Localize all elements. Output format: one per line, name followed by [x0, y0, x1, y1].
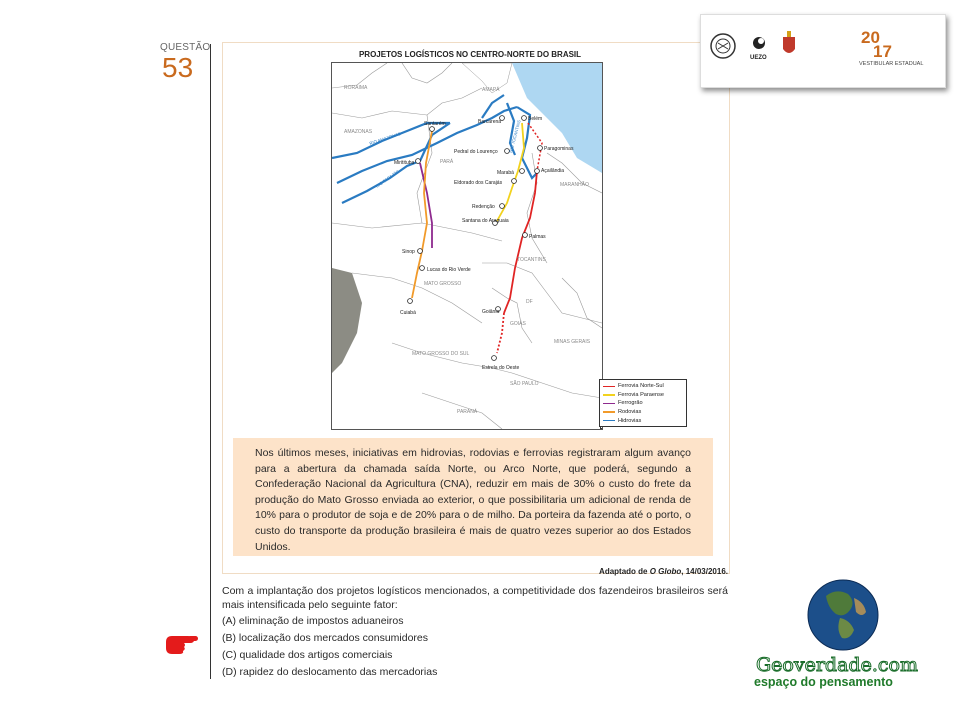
site-tagline: espaço do pensamento	[754, 675, 893, 689]
legend-item: Ferrovia Paraense	[603, 391, 683, 400]
shield-logo-icon	[783, 31, 795, 53]
legend-label: Rodovias	[618, 409, 642, 416]
city-label: Pedral do Lourenço	[454, 149, 498, 155]
state-label: DF	[526, 299, 533, 305]
source-prefix: Adaptado de	[599, 567, 650, 576]
vestibular-label: VESTIBULAR ESTADUAL	[859, 61, 923, 67]
city-label: Santarém	[424, 121, 446, 127]
option-a[interactable]: (A) eliminação de impostos aduaneiros	[222, 615, 404, 627]
city-label: Lucas do Rio Verde	[427, 267, 471, 273]
pointing-hand-icon	[164, 626, 200, 661]
legend-item: Hidrovias	[603, 416, 683, 425]
legend-label: Ferrovia Norte-Sul	[618, 383, 664, 390]
city-label: Santana do Araguaia	[462, 218, 509, 224]
logos-svg: UEZO 20 17 VESTIBULAR ESTADUAL	[710, 28, 923, 67]
option-d[interactable]: (D) rapidez do deslocamento das mercador…	[222, 666, 437, 678]
uezo-logo-icon: UEZO	[750, 37, 767, 61]
source-suffix: , 14/03/2016.	[681, 567, 728, 576]
vertical-divider	[210, 44, 211, 679]
city-label: Belém	[528, 116, 542, 122]
option-b[interactable]: (B) localização dos mercados consumidore…	[222, 632, 428, 644]
option-c[interactable]: (C) qualidade dos artigos comerciais	[222, 649, 392, 661]
legend-swatch	[603, 419, 615, 422]
legend-label: Hidrovias	[618, 417, 642, 424]
state-label: GOIÁS	[510, 320, 527, 327]
city-label: Redenção	[472, 204, 495, 210]
legend-swatch	[603, 394, 615, 396]
city-label: Palmas	[529, 234, 546, 240]
vestibular-2017-logo: 20 17 VESTIBULAR ESTADUAL	[859, 28, 923, 67]
city-label: Estrela do Oeste	[482, 365, 519, 371]
source-title: O Globo	[649, 567, 682, 576]
state-label: PARÁ	[440, 158, 454, 165]
site-name: Geoverdade.com	[756, 654, 919, 677]
state-label: RORAIMA	[344, 85, 368, 91]
state-label: MARANHÃO	[560, 181, 589, 188]
map-legend-box: Ferrovia Norte-Sul Ferrovia Paraense Fer…	[599, 379, 687, 427]
state-label: PARANÁ	[457, 408, 478, 415]
state-label: MATO GROSSO DO SUL	[412, 351, 470, 357]
city-label: Goiânia	[482, 309, 499, 315]
state-label: TOCANTINS	[517, 257, 546, 263]
logistics-map: RORAIMA AMAPÁ AMAZONAS PARÁ MARANHÃO TOC…	[331, 62, 603, 430]
state-labels: RORAIMA AMAPÁ AMAZONAS PARÁ MARANHÃO TOC…	[344, 85, 591, 415]
city-label: Cuiabá	[400, 310, 416, 316]
city-labels: Santarém Miritituba Barcarena Belém Pedr…	[394, 116, 574, 371]
river-label: RIO AMAZONAS	[369, 131, 402, 146]
state-label: SÃO PAULO	[510, 380, 539, 387]
legend-swatch	[603, 402, 615, 405]
map-title: PROJETOS LOGÍSTICOS NO CENTRO-NORTE DO B…	[358, 50, 582, 59]
context-text: Nos últimos meses, iniciativas em hidrov…	[255, 447, 691, 553]
question-number: 53	[162, 52, 194, 83]
river-labels: RIO AMAZONAS RIO TAPAJÓS RIO TOCANTINS	[369, 119, 522, 188]
state-label: MINAS GERAIS	[554, 339, 591, 345]
city-label: Eldorado dos Carajás	[454, 180, 503, 186]
state-label: AMAZONAS	[344, 129, 373, 135]
state-label: AMAPÁ	[482, 86, 500, 93]
foreign-land	[332, 268, 362, 373]
city-label: Sinop	[402, 249, 415, 255]
source-citation: Adaptado de O Globo, 14/03/2016.	[560, 567, 728, 576]
legend-label: Ferrovia Paraense	[618, 391, 665, 398]
logos-panel: UEZO 20 17 VESTIBULAR ESTADUAL	[700, 14, 946, 88]
legend-item: Rodovias	[603, 408, 683, 417]
city-label: Açailândia	[541, 168, 564, 174]
city-label: Barcarena	[478, 119, 501, 125]
city-label: Miritituba	[394, 160, 415, 166]
question-stem: Com a implantação dos projetos logístico…	[222, 585, 728, 611]
river-label: RIO TAPAJÓS	[375, 169, 401, 189]
year-bottom: 17	[873, 42, 892, 61]
map-svg: RORAIMA AMAPÁ AMAZONAS PARÁ MARANHÃO TOC…	[332, 63, 602, 429]
legend-label: Ferrogrão	[618, 400, 643, 407]
state-label: MATO GROSSO	[424, 281, 461, 287]
legend-item: Ferrogrão	[603, 399, 683, 408]
legend-swatch	[603, 385, 615, 388]
uerj-crest-icon	[710, 33, 736, 59]
legend-item: Ferrovia Norte-Sul	[603, 382, 683, 391]
uezo-label: UEZO	[750, 55, 767, 61]
city-label: Marabá	[497, 170, 514, 176]
context-text-box: Nos últimos meses, iniciativas em hidrov…	[233, 438, 713, 556]
legend-swatch	[603, 411, 615, 413]
city-label: Paragominas	[544, 146, 574, 152]
globe-icon	[806, 578, 880, 657]
